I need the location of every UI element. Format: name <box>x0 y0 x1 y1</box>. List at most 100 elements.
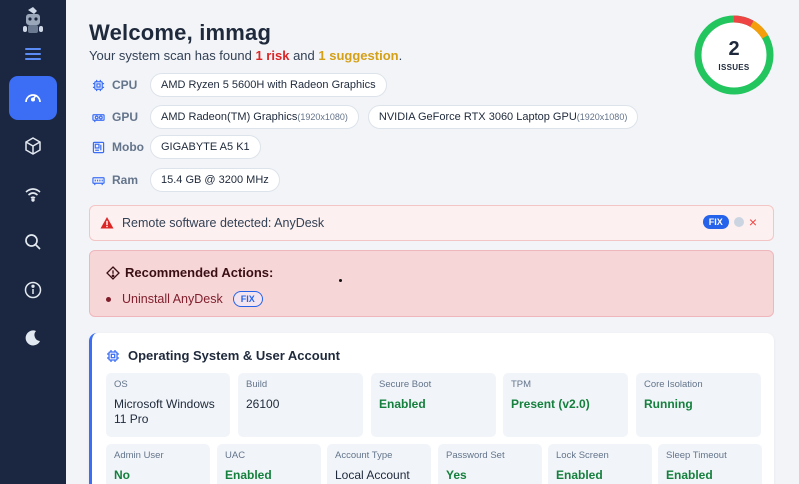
ram-chip: 15.4 GB @ 3200 MHz <box>150 168 280 192</box>
tile-label: Lock Screen <box>556 450 609 461</box>
issues-count: 2 <box>728 38 740 60</box>
search-icon <box>25 234 41 250</box>
menu-line <box>25 58 41 60</box>
ram-row: Ram 15.4 GB @ 3200 MHz <box>92 168 289 192</box>
menu-line <box>25 48 41 50</box>
alert-dismiss-button[interactable]: × <box>749 215 757 229</box>
main-content: Welcome, immag Your system scan has foun… <box>66 0 799 484</box>
cpu-row: CPU AMD Ryzen 5 5600H with Radeon Graphi… <box>92 73 396 97</box>
tile-label: TPM <box>511 379 532 390</box>
robot-mascot-icon <box>23 7 43 33</box>
scan-summary-and: and <box>293 48 315 63</box>
motherboard-icon <box>92 141 105 153</box>
gpu-label-text: GPU <box>112 110 139 124</box>
mobo-chip: GIGABYTE A5 K1 <box>150 135 261 159</box>
tile-value: Enabled <box>379 397 426 411</box>
chip-icon <box>107 349 119 362</box>
tile-label: Secure Boot <box>379 379 432 390</box>
gauge-icon <box>25 94 41 103</box>
os-card-title-text: Operating System & User Account <box>128 348 340 363</box>
mobo-row: Mobo GIGABYTE A5 K1 <box>92 135 270 159</box>
sidebar-item-info[interactable] <box>9 268 57 312</box>
gpu-label: GPU <box>92 110 150 124</box>
scan-summary-prefix: Your system scan has found <box>89 48 252 63</box>
gpu1-resolution: (1920x1080) <box>297 112 348 122</box>
issues-label: ISSUES <box>718 63 750 72</box>
warning-diamond-icon <box>106 265 120 280</box>
ram-label-text: Ram <box>112 173 139 187</box>
sidebar-item-search[interactable] <box>9 220 57 264</box>
scan-summary: Your system scan has found 1 risk and 1 … <box>89 48 402 63</box>
tile-build: Build 26100 <box>238 373 363 437</box>
tile-label: Admin User <box>114 450 164 461</box>
cube-icon <box>25 137 41 155</box>
tile-value: Local Account <box>335 468 410 482</box>
tile-value: Running <box>644 397 693 411</box>
sidebar-item-apps[interactable] <box>9 124 57 168</box>
mobo-label: Mobo <box>92 140 150 154</box>
sidebar-item-theme[interactable] <box>9 316 57 360</box>
recommended-title-text: Recommended Actions: <box>125 265 274 280</box>
tile-value: No <box>114 468 130 482</box>
tile-sleep-timeout: Sleep Timeout Enabled <box>658 444 762 484</box>
alert-tools: FIX × <box>702 215 757 229</box>
os-card-title: Operating System & User Account <box>106 348 340 363</box>
mobo-label-text: Mobo <box>112 140 144 154</box>
tile-password-set: Password Set Yes <box>438 444 542 484</box>
sidebar-item-network[interactable] <box>9 172 57 216</box>
recommended-actions: Recommended Actions: Uninstall AnyDesk F… <box>89 250 774 317</box>
tile-value: Microsoft Windows 11 Pro <box>114 397 215 426</box>
memory-icon <box>92 176 105 185</box>
tile-label: Build <box>246 379 268 390</box>
cpu-chip: AMD Ryzen 5 5600H with Radeon Graphics <box>150 73 387 97</box>
sidebar <box>0 0 66 484</box>
tile-value: Enabled <box>556 468 603 482</box>
alert-message: Remote software detected: AnyDesk <box>122 216 325 230</box>
gpu-chip-2: NVIDIA GeForce RTX 3060 Laptop GPU(1920x… <box>367 105 639 129</box>
tile-label: Sleep Timeout <box>666 450 727 461</box>
gpu2-name: NVIDIA GeForce RTX 3060 Laptop GPU <box>378 111 577 123</box>
cpu-label: CPU <box>92 78 150 92</box>
tile-value: Present (v2.0) <box>511 397 590 411</box>
tile-label: OS <box>114 379 128 390</box>
risk-alert: Remote software detected: AnyDesk FIX × <box>89 205 774 241</box>
wifi-icon <box>25 188 41 202</box>
gpu-card-icon <box>92 113 105 122</box>
risk-count: 1 risk <box>255 48 290 63</box>
warning-triangle-icon <box>100 217 114 229</box>
suggestion-count: 1 suggestion <box>318 48 399 63</box>
tile-label: Account Type <box>335 450 393 461</box>
tile-tpm: TPM Present (v2.0) <box>503 373 628 437</box>
tile-secure-boot: Secure Boot Enabled <box>371 373 496 437</box>
gpu1-name: AMD Radeon(TM) Graphics <box>161 111 298 123</box>
gpu-chip-1: AMD Radeon(TM) Graphics(1920x1080) <box>150 105 359 129</box>
cpu-chip-icon <box>92 79 105 91</box>
tile-label: Core Isolation <box>644 379 703 390</box>
recommended-item-text: Uninstall AnyDesk <box>122 292 223 306</box>
menu-toggle-button[interactable] <box>25 48 41 62</box>
tile-value: 26100 <box>246 397 280 411</box>
sidebar-item-dashboard[interactable] <box>9 76 57 120</box>
bullet <box>106 296 111 302</box>
menu-line <box>25 53 41 55</box>
tile-value: Yes <box>446 468 467 482</box>
moon-icon <box>25 330 40 346</box>
recommended-fix-button[interactable]: FIX <box>232 291 263 307</box>
alert-info-dot[interactable] <box>733 217 744 227</box>
tile-label: UAC <box>225 450 246 461</box>
recommended-title: Recommended Actions: <box>106 265 273 280</box>
tile-lock-screen: Lock Screen Enabled <box>548 444 652 484</box>
alert-fix-button[interactable]: FIX <box>702 215 729 229</box>
tile-value: Enabled <box>225 468 272 482</box>
tile-account-type: Account Type Local Account <box>327 444 431 484</box>
tile-core-isolation: Core Isolation Running <box>636 373 761 437</box>
gpu2-resolution: (1920x1080) <box>576 112 628 122</box>
scan-summary-period: . <box>398 48 403 63</box>
recommended-item: Uninstall AnyDesk FIX <box>106 291 263 307</box>
page-title: Welcome, immag <box>89 20 272 45</box>
tile-label: Password Set <box>446 450 505 461</box>
gpu-row: GPU AMD Radeon(TM) Graphics(1920x1080) N… <box>92 105 647 129</box>
ram-label: Ram <box>92 173 150 187</box>
tile-value: Enabled <box>666 468 713 482</box>
cpu-label-text: CPU <box>112 78 138 92</box>
